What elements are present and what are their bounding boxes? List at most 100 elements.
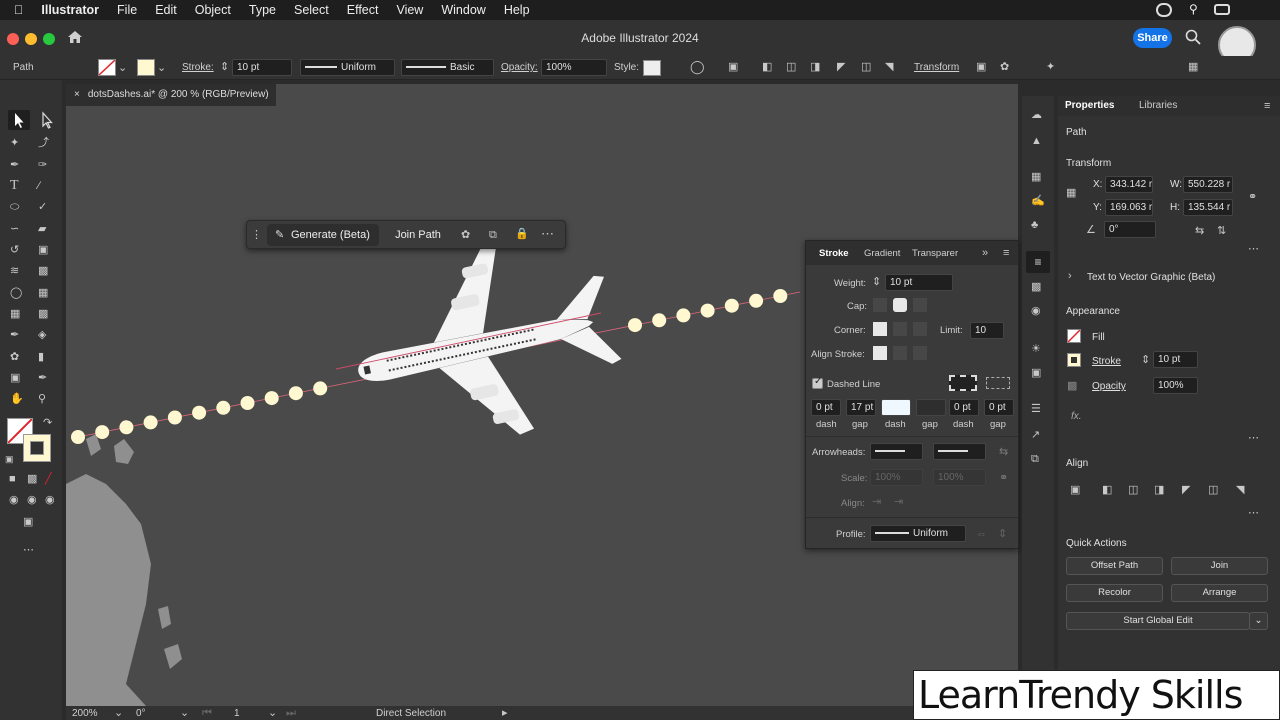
eraser-tool-icon[interactable]: ▰ xyxy=(38,222,46,236)
last-artboard-icon[interactable]: ⏭ xyxy=(286,706,296,720)
menu-help[interactable]: Help xyxy=(495,3,539,17)
scale-tool-icon[interactable]: ▣ xyxy=(38,243,48,257)
end-scale-field[interactable]: 100% xyxy=(933,469,986,486)
artboard-number[interactable]: 1 xyxy=(234,708,240,719)
gap-field-2[interactable] xyxy=(916,399,946,416)
start-arrowhead-select[interactable] xyxy=(870,443,923,460)
shaper-tool-icon[interactable]: ∽ xyxy=(10,222,19,236)
slice-tool-icon[interactable]: ✒ xyxy=(38,371,47,385)
artboards-icon[interactable]: ⧉ xyxy=(1031,452,1039,466)
zoom-window-button[interactable] xyxy=(43,33,55,45)
rotation-view[interactable]: 0° xyxy=(136,708,146,719)
chevron-down-icon[interactable]: ⌄ xyxy=(157,61,166,75)
align-center-stroke-button[interactable] xyxy=(873,346,887,360)
align-inside-stroke-button[interactable] xyxy=(893,346,907,360)
gap-field-3[interactable]: 0 pt xyxy=(984,399,1014,416)
symbol-sprayer-tool-icon[interactable]: ✿ xyxy=(10,350,19,364)
opacity-field[interactable]: 100% xyxy=(1153,377,1198,394)
line-tool-icon[interactable]: ∕ xyxy=(38,179,40,193)
draw-mode-icon[interactable]: ◉ xyxy=(9,493,19,507)
learn-icon[interactable]: ▲ xyxy=(1031,134,1042,148)
menu-type[interactable]: Type xyxy=(240,3,285,17)
miter-join-button[interactable] xyxy=(873,322,887,336)
selection-tool-icon[interactable] xyxy=(8,110,30,130)
offset-path-button[interactable]: Offset Path xyxy=(1066,557,1163,575)
join-path-button[interactable]: Join Path xyxy=(385,224,451,246)
isolate-icon[interactable]: ▣ xyxy=(976,60,986,74)
tab-libraries[interactable]: Libraries xyxy=(1139,100,1177,111)
stroke-link[interactable]: Stroke xyxy=(1092,356,1121,367)
arrow-align-icon[interactable]: ⇥ xyxy=(894,495,903,509)
stepper-icon[interactable]: ⇕ xyxy=(1141,353,1150,367)
draw-behind-icon[interactable]: ◉ xyxy=(27,493,37,507)
flip-vertical-icon[interactable]: ⇅ xyxy=(1217,224,1226,238)
rotation-angle-field[interactable]: 0° xyxy=(1104,221,1156,238)
fill-swatch[interactable] xyxy=(1067,329,1081,343)
menu-view[interactable]: View xyxy=(387,3,432,17)
rotate-angle-icon[interactable]: ∠ xyxy=(1086,223,1096,237)
x-field[interactable]: 343.142 r xyxy=(1105,176,1153,193)
arrange-button[interactable]: Arrange xyxy=(1171,584,1268,602)
rotate-tool-icon[interactable]: ↺ xyxy=(10,243,19,257)
tab-properties[interactable]: Properties xyxy=(1065,100,1114,111)
close-window-button[interactable] xyxy=(7,33,19,45)
bevel-join-button[interactable] xyxy=(913,322,927,336)
flip-across-icon[interactable]: ⇕ xyxy=(998,527,1007,541)
start-scale-field[interactable]: 100% xyxy=(870,469,923,486)
stroke-weight-field[interactable]: 10 pt xyxy=(1153,351,1198,368)
chevron-down-icon[interactable]: ⌄ xyxy=(118,61,127,75)
chevron-down-icon[interactable]: ⌄ xyxy=(114,706,123,720)
paintbrush-tool-icon[interactable]: ✓ xyxy=(38,200,47,214)
align-right-icon[interactable]: ◨ xyxy=(1154,483,1164,497)
weight-field[interactable]: 10 pt xyxy=(885,274,953,291)
opacity-field[interactable]: 100% xyxy=(541,59,607,76)
tab-stroke[interactable]: Stroke xyxy=(819,248,849,259)
more-options-icon[interactable]: ⋯ xyxy=(1248,431,1259,445)
gap-field-1[interactable]: 17 pt xyxy=(846,399,876,416)
opacity-icon[interactable]: ▩ xyxy=(1067,379,1077,393)
recolor-button[interactable]: Recolor xyxy=(1066,584,1163,602)
stroke-swatch[interactable] xyxy=(137,59,155,76)
zoom-level[interactable]: 200% xyxy=(72,708,98,719)
align-to-icon[interactable]: ▣ xyxy=(1070,483,1080,497)
creative-cloud-icon[interactable] xyxy=(1156,3,1172,17)
round-cap-button[interactable] xyxy=(893,298,907,312)
global-edit-options-button[interactable]: ⌄ xyxy=(1249,612,1268,630)
menu-select[interactable]: Select xyxy=(285,3,338,17)
minimize-window-button[interactable] xyxy=(25,33,37,45)
opacity-label[interactable]: Opacity: xyxy=(501,62,538,73)
libraries-icon[interactable]: ☁ xyxy=(1031,108,1042,122)
projecting-cap-button[interactable] xyxy=(913,298,927,312)
appearance-panel-icon[interactable]: ☀ xyxy=(1031,342,1041,356)
chevron-down-icon[interactable]: ⌄ xyxy=(180,706,189,720)
direct-selection-tool-icon[interactable] xyxy=(36,110,58,130)
default-colors-icon[interactable]: ▣ xyxy=(5,452,14,466)
stepper-icon[interactable]: ⇕ xyxy=(872,275,881,289)
dash-field-2[interactable] xyxy=(881,399,911,416)
artboard-tool-icon[interactable]: ▣ xyxy=(10,371,20,385)
brush-definition[interactable]: Basic xyxy=(401,59,494,76)
reference-point-icon[interactable]: ▦ xyxy=(1066,186,1076,200)
butt-cap-button[interactable] xyxy=(873,298,887,312)
generate-beta-button[interactable]: ✎ Generate (Beta) xyxy=(267,224,379,246)
globe-icon[interactable]: ◯ xyxy=(690,60,705,74)
align-to-icon[interactable]: ▣ xyxy=(728,60,738,74)
menu-effect[interactable]: Effect xyxy=(338,3,388,17)
perspective-grid-tool-icon[interactable]: ▦ xyxy=(38,286,48,300)
recolor-icon[interactable]: ✿ xyxy=(1000,60,1009,74)
hand-tool-icon[interactable]: ✋ xyxy=(10,392,24,406)
constrain-proportions-icon[interactable]: ⚭ xyxy=(1248,190,1257,204)
blend-tool-icon[interactable]: ◈ xyxy=(38,328,46,342)
spotlight-search-icon[interactable]: ⚲ xyxy=(1189,2,1198,16)
recolor-icon[interactable]: ✿ xyxy=(461,228,470,242)
lock-icon[interactable]: 🔒 xyxy=(515,227,529,241)
align-dash-button[interactable] xyxy=(986,377,1010,389)
fx-button[interactable]: fx. xyxy=(1071,411,1082,422)
stroke-panel-icon[interactable]: ≡ xyxy=(1026,251,1050,273)
draw-inside-icon[interactable]: ◉ xyxy=(45,493,55,507)
tab-transparency[interactable]: Transparer xyxy=(912,248,958,259)
y-field[interactable]: 169.063 r xyxy=(1105,199,1153,216)
align-vcenter-icon[interactable]: ◫ xyxy=(1208,483,1218,497)
zoom-tool-icon[interactable]: ⚲ xyxy=(38,392,46,406)
align-bottom-icon[interactable]: ◥ xyxy=(1236,483,1244,497)
